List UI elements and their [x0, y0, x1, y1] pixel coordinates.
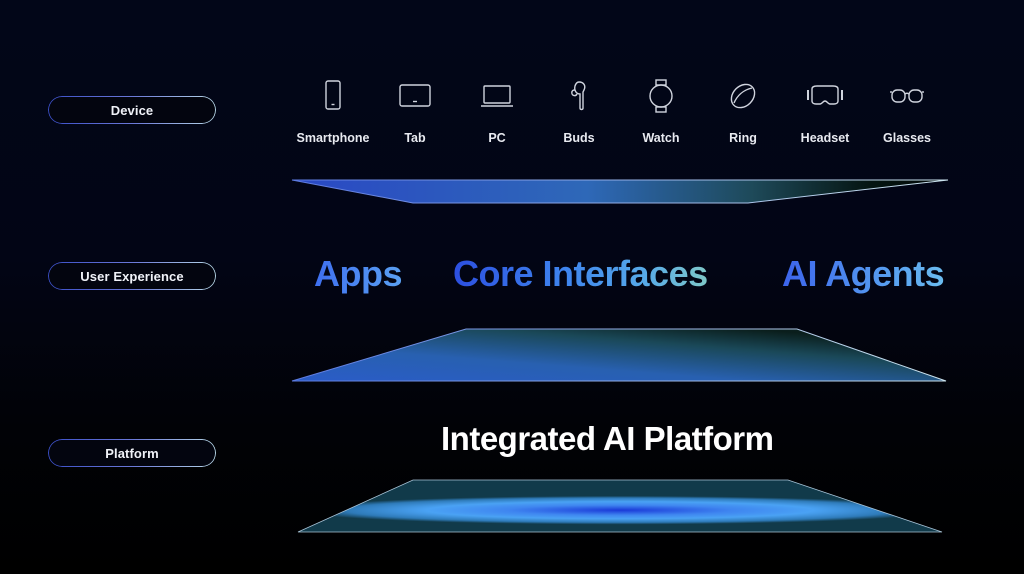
layer-diagram: Device User Experience Platform Smartpho… [0, 0, 1024, 574]
platform-layer-plane [297, 479, 943, 533]
ux-ai-agents-heading: AI Agents [782, 251, 945, 297]
ux-core-interfaces-heading: Core Interfaces [453, 251, 708, 297]
user-experience-layer-plane [291, 328, 947, 382]
device-layer-plane [291, 179, 949, 204]
ux-apps-heading: Apps [314, 251, 403, 297]
platform-title: Integrated AI Platform [441, 420, 774, 457]
